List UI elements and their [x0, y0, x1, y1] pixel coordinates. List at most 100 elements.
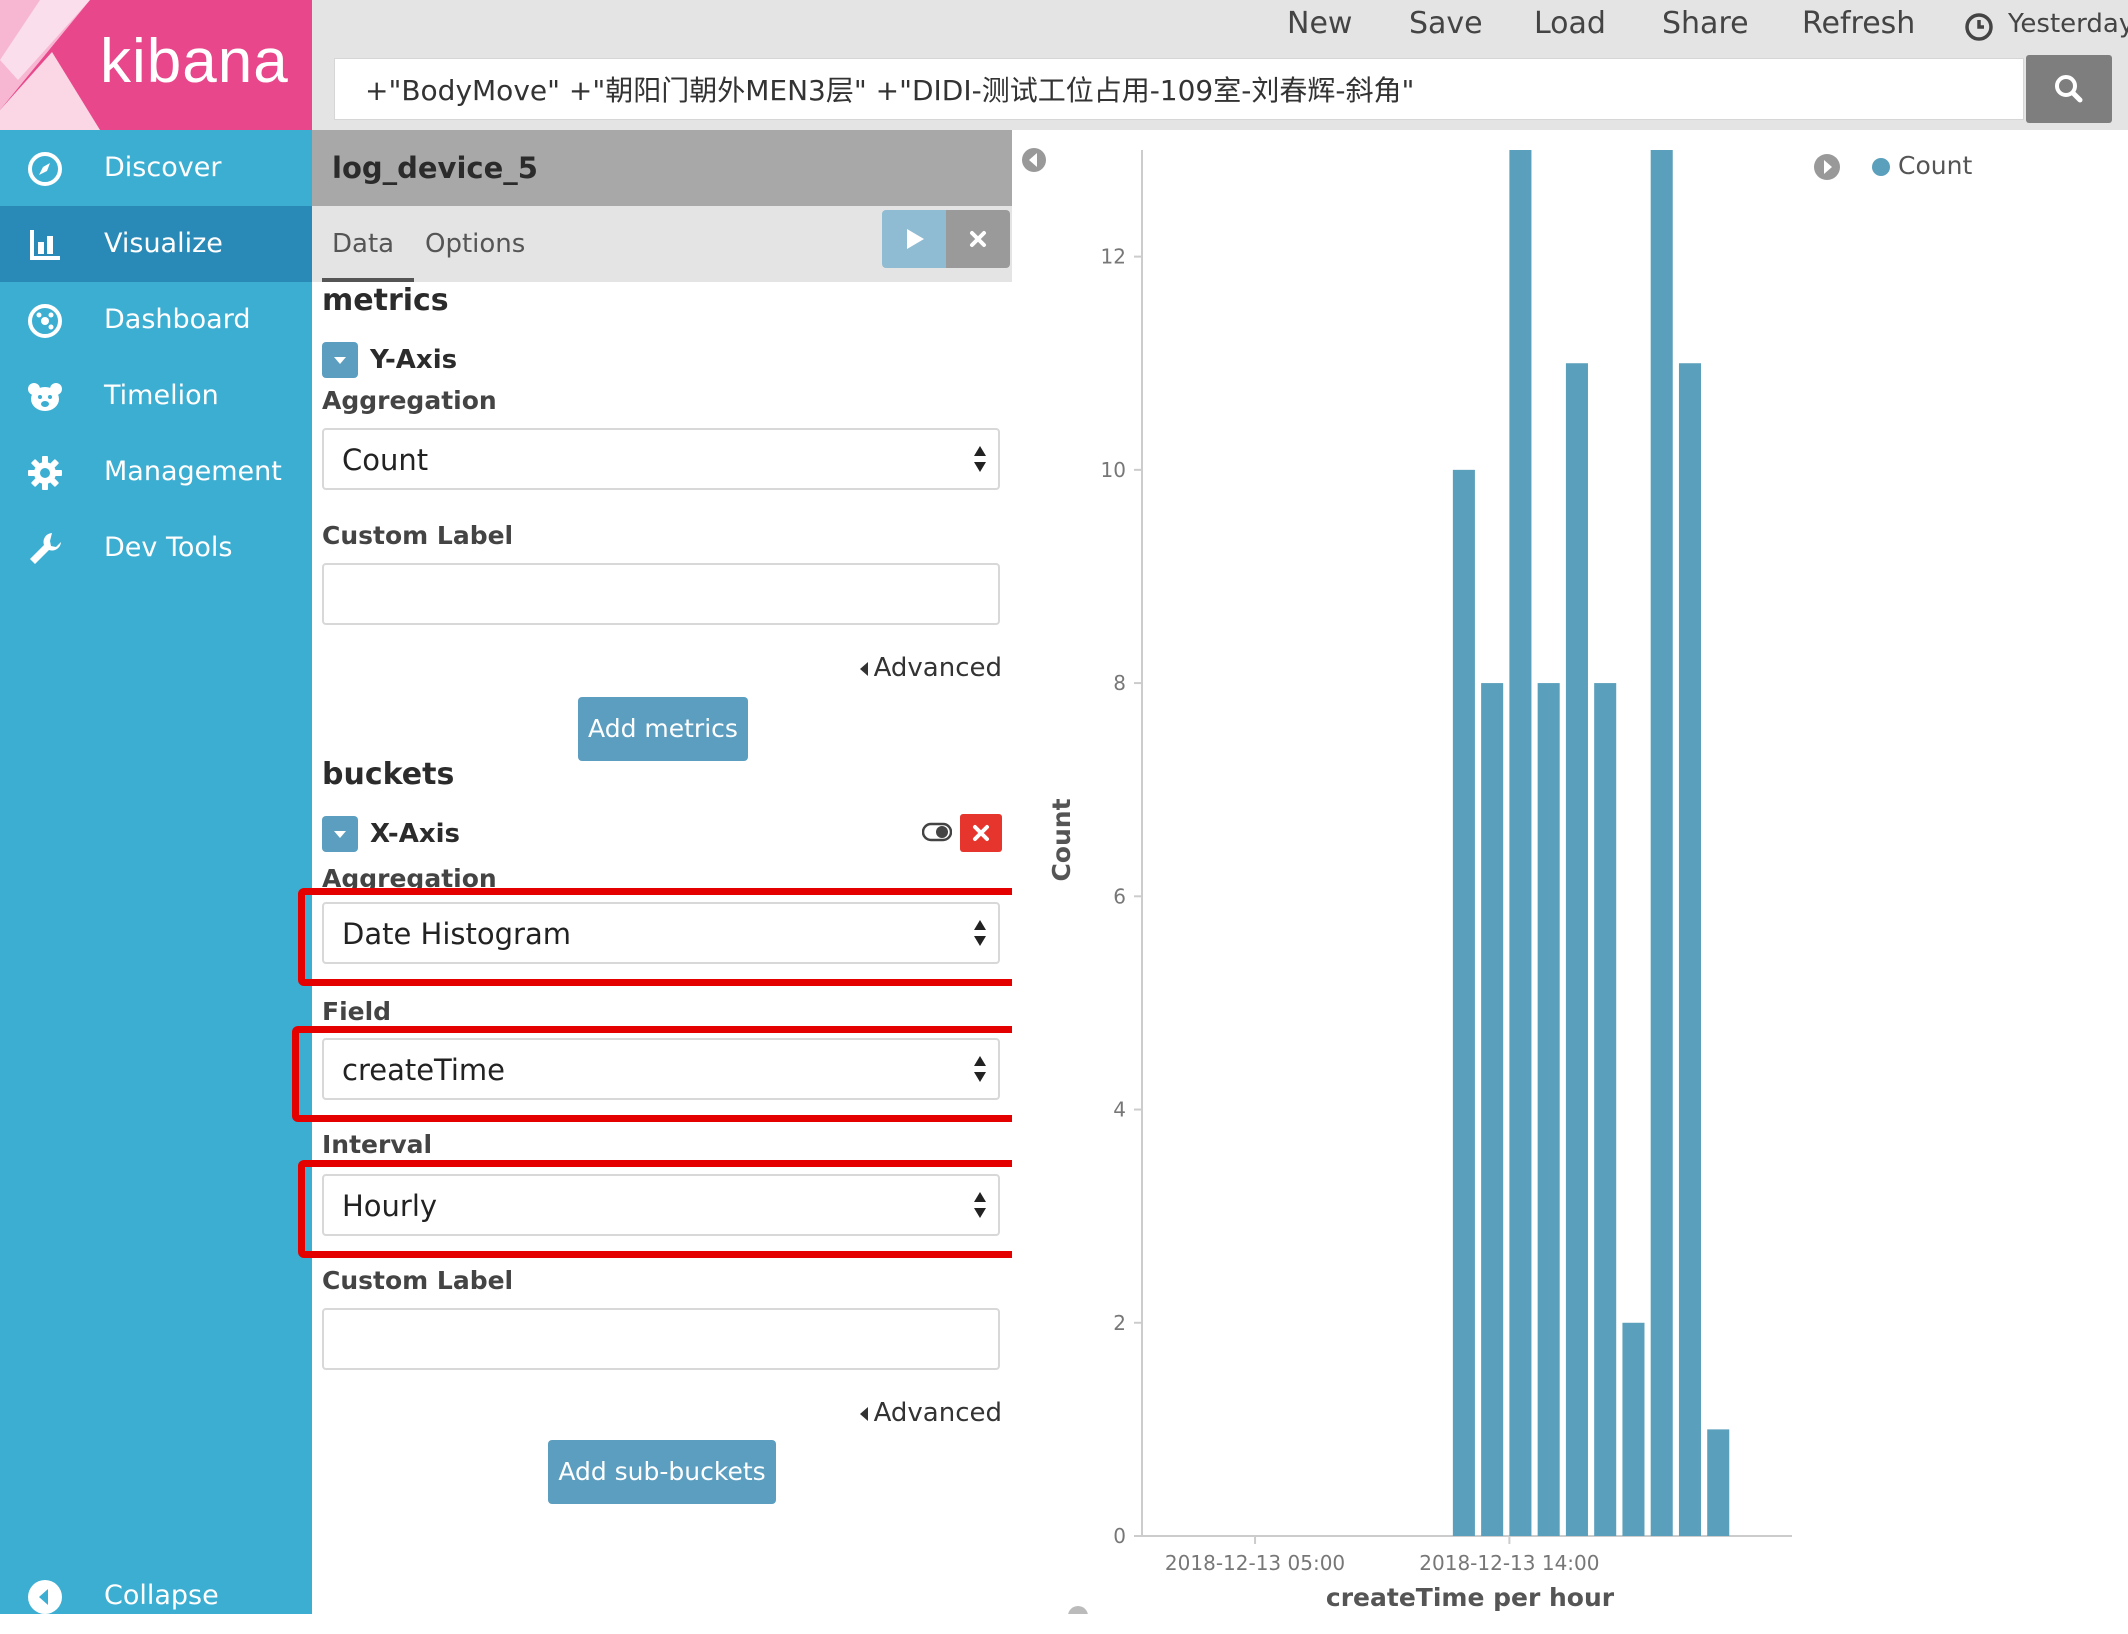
sidebar-item-discover[interactable]: Discover: [0, 130, 312, 206]
bar[interactable]: [1650, 150, 1673, 1536]
sidebar-collapse[interactable]: Collapse: [0, 1558, 312, 1634]
sidebar-item-dev-tools[interactable]: Dev Tools: [0, 510, 312, 586]
field-value: createTime: [342, 1053, 506, 1087]
field-select[interactable]: createTime: [322, 1038, 1000, 1100]
compass-icon: [28, 152, 62, 186]
sidebar-item-timelion[interactable]: Timelion: [0, 358, 312, 434]
index-pattern-title: log_device_5: [332, 151, 538, 185]
bar[interactable]: [1565, 363, 1588, 1537]
y-axis: 0 2 4 6 8 10 12: [1101, 150, 1143, 1548]
sidebar-item-dashboard[interactable]: Dashboard: [0, 282, 312, 358]
new-link[interactable]: New: [1287, 4, 1352, 44]
buckets-advanced-toggle[interactable]: Advanced: [859, 1396, 1002, 1430]
select-arrows-icon: [974, 1192, 986, 1218]
sidebar-item-visualize[interactable]: Visualize: [0, 206, 312, 282]
legend-toggle-icon[interactable]: [1812, 152, 1842, 182]
query-bar: [334, 58, 2024, 120]
advanced-label: Advanced: [873, 1398, 1002, 1428]
bar[interactable]: [1594, 683, 1617, 1536]
x-axis-title: createTime per hour: [1326, 1583, 1615, 1612]
y-tick-label: 8: [1113, 671, 1126, 695]
load-link[interactable]: Load: [1534, 4, 1606, 44]
metrics-advanced-toggle[interactable]: Advanced: [859, 651, 1002, 685]
metrics-aggregation-value: Count: [342, 443, 429, 477]
buckets-aggregation-value: Date Histogram: [342, 917, 571, 951]
bar[interactable]: [1622, 1322, 1645, 1536]
scroll-arrow-icon: [1068, 1606, 1088, 1614]
x-axis-toggle-button[interactable]: [322, 816, 358, 852]
interval-label: Interval: [322, 1130, 433, 1159]
wrench-icon: [30, 533, 61, 564]
y-tick-label: 2: [1113, 1311, 1126, 1335]
y-axis-agg-title: Y-Axis: [370, 345, 458, 375]
tab-options[interactable]: Options: [425, 226, 525, 262]
dashboard-icon: [28, 304, 62, 338]
chevron-down-icon: [334, 831, 346, 838]
kibana-logo-text: kibana: [100, 27, 289, 96]
close-icon: [970, 231, 986, 247]
metrics-custom-label-label: Custom Label: [322, 521, 514, 550]
legend-series-label[interactable]: Count: [1898, 148, 1972, 184]
buckets-aggregation-select[interactable]: Date Histogram: [322, 902, 1000, 964]
bar[interactable]: [1452, 469, 1475, 1536]
bar[interactable]: [1509, 150, 1532, 1536]
buckets-section-title: buckets: [322, 757, 455, 792]
y-axis-toggle-button[interactable]: [322, 342, 358, 378]
x-axis-enable-toggle[interactable]: [921, 822, 953, 842]
sidebar-item-label: Discover: [104, 152, 222, 183]
sidebar-item-label: Dev Tools: [104, 532, 233, 563]
advanced-label: Advanced: [873, 653, 1002, 683]
toggle-icon: [921, 822, 953, 842]
select-arrows-icon: [974, 1056, 986, 1082]
select-arrows-icon: [974, 920, 986, 946]
y-tick-label: 12: [1101, 245, 1126, 269]
y-axis-title: Count: [1047, 798, 1076, 881]
legend-series-swatch: [1872, 158, 1890, 176]
interval-select[interactable]: Hourly: [322, 1174, 1000, 1236]
visualization-area: 0 2 4 6 8 10 12 2018-12-13 05:00 2018-12-13 14:…: [1012, 130, 2128, 1614]
sidebar-item-label: Dashboard: [104, 304, 251, 335]
buckets-aggregation-label: Aggregation: [322, 864, 497, 893]
apply-changes-button[interactable]: [882, 210, 946, 268]
search-icon: [2055, 75, 2083, 103]
metrics-aggregation-label: Aggregation: [322, 386, 497, 415]
metrics-section-title: metrics: [322, 283, 449, 318]
buckets-custom-label-label: Custom Label: [322, 1266, 514, 1295]
sidebar-item-label: Management: [104, 456, 282, 487]
buckets-custom-label-input[interactable]: [322, 1308, 1000, 1370]
y-tick-label: 10: [1101, 458, 1126, 482]
add-sub-buckets-button[interactable]: Add sub-buckets: [548, 1440, 776, 1504]
tab-data[interactable]: Data: [332, 226, 394, 262]
bar[interactable]: [1707, 1429, 1730, 1536]
discard-changes-button[interactable]: [946, 210, 1010, 268]
sidebar-item-label: Visualize: [104, 228, 223, 259]
share-link[interactable]: Share: [1662, 4, 1749, 44]
clock-icon: [1965, 13, 1993, 41]
bar-chart: 0 2 4 6 8 10 12 2018-12-13 05:00 2018-12-13 14:…: [1022, 148, 1792, 1614]
collapse-editor-icon[interactable]: [1022, 148, 1046, 172]
search-button[interactable]: [2026, 55, 2112, 123]
bar[interactable]: [1537, 683, 1560, 1536]
metrics-custom-label-input[interactable]: [322, 563, 1000, 625]
index-pattern-bar: log_device_5: [312, 130, 1012, 206]
close-icon: [973, 825, 989, 841]
bar[interactable]: [1678, 363, 1701, 1537]
sidebar-item-management[interactable]: Management: [0, 434, 312, 510]
bar-chart-icon: [30, 230, 60, 260]
x-axis-agg-title: X-Axis: [370, 819, 460, 849]
bear-icon: [28, 383, 62, 411]
metrics-aggregation-select[interactable]: Count: [322, 428, 1000, 490]
refresh-link[interactable]: Refresh: [1802, 4, 1915, 44]
save-link[interactable]: Save: [1409, 4, 1483, 44]
add-metrics-button[interactable]: Add metrics: [578, 697, 748, 761]
x-tick-label: 2018-12-13 05:00: [1165, 1551, 1345, 1575]
sidebar-item-label: Timelion: [104, 380, 219, 411]
y-tick-label: 0: [1113, 1524, 1126, 1548]
bar[interactable]: [1481, 683, 1504, 1536]
interval-value: Hourly: [342, 1189, 438, 1223]
x-axis: 2018-12-13 05:00 2018-12-13 14:00: [1142, 1535, 1792, 1575]
remove-x-axis-button[interactable]: [960, 814, 1002, 852]
query-input[interactable]: [335, 59, 2023, 119]
kibana-logo[interactable]: kibana: [0, 0, 312, 130]
field-label: Field: [322, 997, 392, 1026]
